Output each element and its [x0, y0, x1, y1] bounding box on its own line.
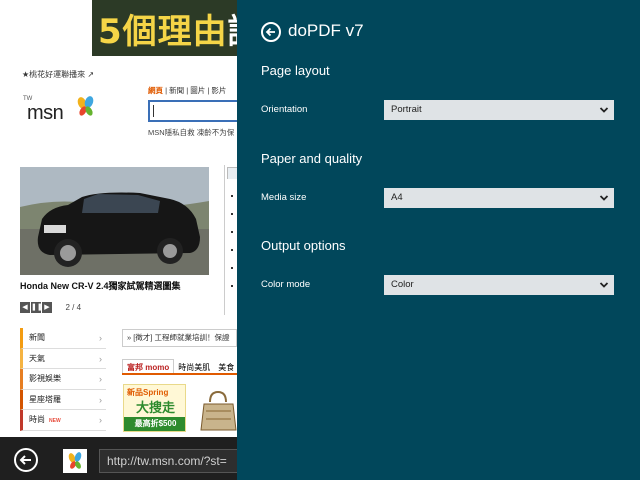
- slide-counter: 2 / 4: [65, 303, 82, 312]
- new-badge: NEW: [49, 418, 61, 424]
- chevron-right-icon: ›: [99, 353, 102, 364]
- msn-butterfly-icon: [68, 452, 82, 469]
- shop-tab-momo[interactable]: 富邦 momo: [122, 359, 175, 373]
- bullet: [231, 231, 233, 233]
- bullet: [231, 213, 233, 215]
- slide-prev-button[interactable]: ◀: [20, 302, 30, 313]
- chevron-right-icon: ›: [99, 374, 102, 384]
- media-size-select[interactable]: A4: [384, 188, 614, 208]
- handbag-product-image[interactable]: [200, 388, 237, 432]
- search-tabs: 網頁 | 新聞 | 圖片 | 影片: [148, 86, 227, 95]
- shopping-tabs: 富邦 momo 時尚美肌 美食: [122, 359, 237, 375]
- chevron-down-icon: [599, 107, 609, 113]
- featured-car-image[interactable]: [20, 167, 209, 275]
- shopping-ad-spring[interactable]: 新品Spring 大搜走 最高折$500: [123, 384, 186, 432]
- category-item[interactable]: 星座塔羅 ›: [20, 389, 106, 410]
- news-list-tab[interactable]: [227, 167, 237, 179]
- orientation-label: Orientation: [261, 104, 308, 115]
- browser-app-bar: http://tw.msn.com/?st=: [0, 437, 239, 480]
- orientation-select[interactable]: Portrait: [384, 100, 614, 120]
- media-size-label: Media size: [261, 192, 307, 203]
- shop-tab-food[interactable]: 美食: [214, 360, 237, 373]
- color-mode-select[interactable]: Color: [384, 275, 614, 295]
- back-arrow-icon: [19, 455, 31, 465]
- favorites-link[interactable]: ★桃花好運聯播來 ↗: [22, 69, 94, 80]
- panel-back-button[interactable]: [261, 22, 281, 42]
- slide-next-button[interactable]: ▶: [42, 302, 52, 313]
- chevron-down-icon: [599, 282, 609, 288]
- panel-title: doPDF v7: [288, 21, 364, 40]
- category-item[interactable]: 時尚 NEW ›: [20, 410, 106, 431]
- search-tab-images[interactable]: 圖片: [190, 86, 205, 95]
- car-caption-link[interactable]: Honda New CR-V 2.4獨家試駕精選圖集: [20, 279, 181, 292]
- section-title-paper-quality: Paper and quality: [261, 151, 363, 166]
- suv-illustration: [20, 167, 209, 275]
- ad-banner-last-char: 讓: [228, 12, 237, 52]
- text-caret: [153, 105, 154, 117]
- msn-logo[interactable]: TW msn: [23, 96, 103, 126]
- printer-settings-panel: doPDF v7 Page layout Orientation Portrai…: [237, 0, 640, 480]
- search-input[interactable]: [148, 100, 237, 122]
- bullet: [231, 285, 233, 287]
- color-mode-label: Color mode: [261, 279, 311, 290]
- chevron-right-icon: ›: [99, 333, 102, 343]
- bullet: [231, 249, 233, 251]
- news-ticker-link[interactable]: » [徵才] 工程師就業培訓！保證: [122, 329, 237, 347]
- category-item[interactable]: 影視娛樂 ›: [20, 369, 106, 390]
- browser-back-button[interactable]: [14, 448, 38, 472]
- slideshow-controls: ◀ ❚❚ ▶ 2 / 4: [20, 302, 81, 314]
- ad-banner[interactable]: 5個理由讓: [92, 0, 237, 56]
- shop-tab-beauty[interactable]: 時尚美肌: [174, 360, 214, 373]
- ad-banner-text: 5個理由讓: [98, 4, 237, 53]
- media-size-value: A4: [391, 192, 403, 203]
- section-title-output-options: Output options: [261, 238, 346, 253]
- category-label: 新聞: [29, 333, 45, 342]
- chevron-right-icon: ›: [99, 394, 102, 405]
- category-label: 影視娛樂: [29, 374, 61, 383]
- search-tab-videos[interactable]: 影片: [211, 86, 226, 95]
- screen: 5個理由讓 ★桃花好運聯播來 ↗ TW msn 網頁 | 新聞 | 圖片 | 影…: [0, 0, 640, 480]
- shop-ad-line3: 最高折$500: [124, 417, 185, 431]
- bullet: [231, 267, 233, 269]
- search-tab-news[interactable]: 新聞: [169, 86, 184, 95]
- search-hint-links[interactable]: MSN隱私自救 凍齡不为保: [148, 127, 234, 138]
- category-item[interactable]: 新聞 ›: [20, 328, 106, 349]
- site-favicon[interactable]: [63, 449, 87, 473]
- slide-pause-button[interactable]: ❚❚: [31, 302, 43, 313]
- category-label: 時尚: [29, 415, 45, 424]
- news-list-box: [224, 165, 237, 315]
- address-bar[interactable]: http://tw.msn.com/?st=: [99, 449, 239, 473]
- bullet: [231, 195, 233, 197]
- chevron-down-icon: [599, 195, 609, 201]
- section-title-page-layout: Page layout: [261, 63, 330, 78]
- category-label: 星座塔羅: [29, 394, 61, 404]
- ad-banner-main: 5個理由: [98, 12, 228, 52]
- color-mode-value: Color: [391, 279, 414, 290]
- back-arrow-icon: [265, 27, 275, 37]
- chevron-right-icon: ›: [99, 415, 102, 425]
- category-label: 天氣: [29, 353, 45, 363]
- category-item[interactable]: 天氣 ›: [20, 348, 106, 369]
- shop-ad-line2: 大搜走: [136, 400, 176, 415]
- orientation-value: Portrait: [391, 104, 422, 115]
- search-tab-web[interactable]: 網頁: [148, 86, 163, 95]
- category-list: 新聞 › 天氣 › 影視娛樂 › 星座塔羅 › 時尚 NEW ›: [20, 328, 106, 431]
- msn-butterfly-icon: [77, 96, 94, 116]
- msn-logo-word: msn: [27, 102, 64, 124]
- browser-page: 5個理由讓 ★桃花好運聯播來 ↗ TW msn 網頁 | 新聞 | 圖片 | 影…: [0, 0, 237, 480]
